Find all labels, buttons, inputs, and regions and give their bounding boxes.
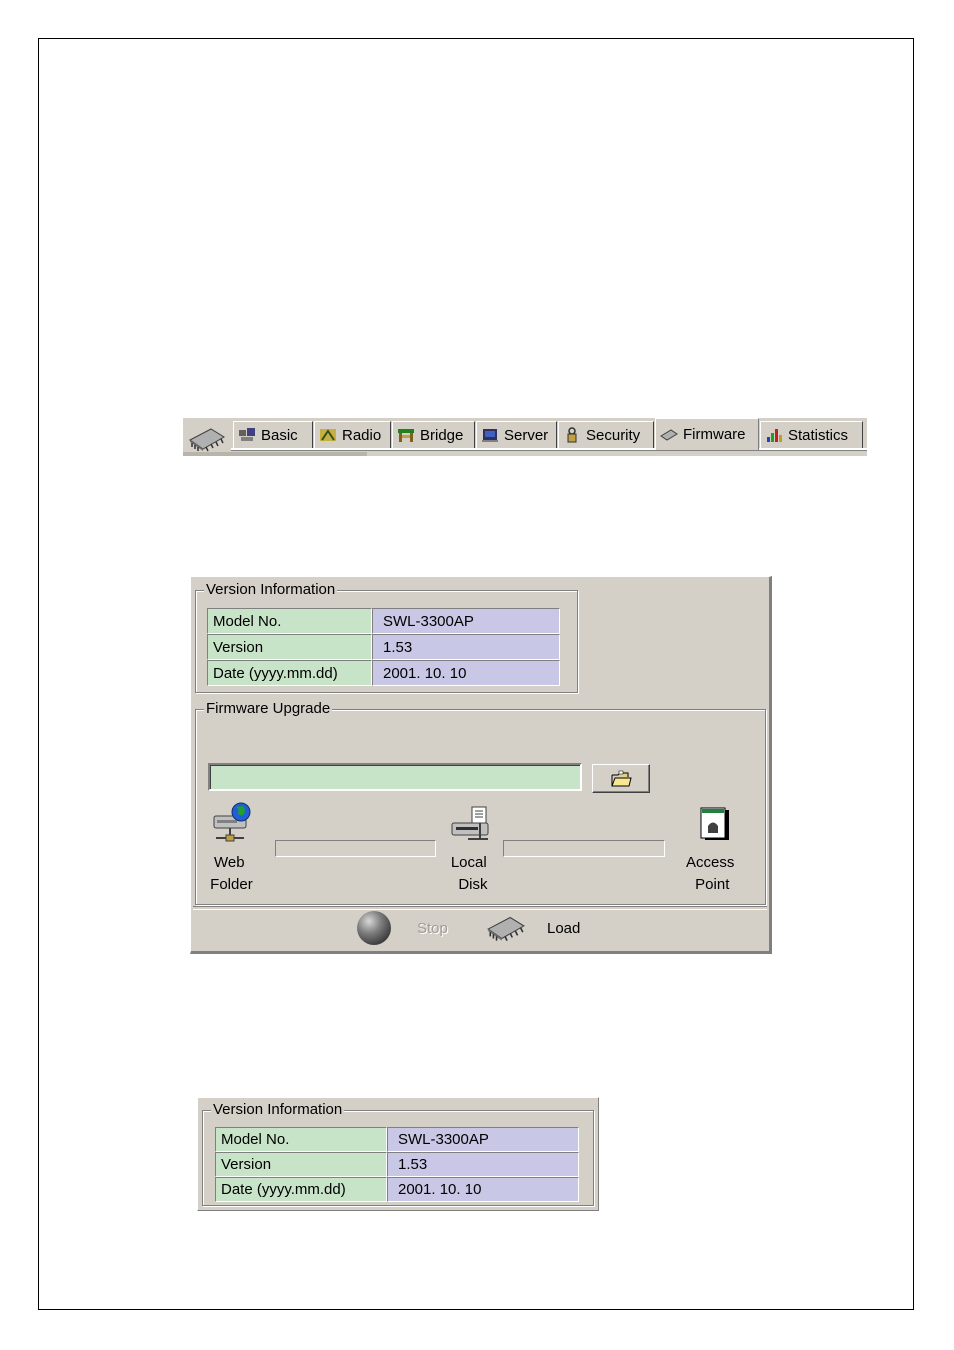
load-label: Load	[547, 919, 581, 937]
local-disk-icon	[451, 806, 489, 840]
version-info-table: Model No. SWL-3300AP Version 1.53 Date (…	[207, 608, 560, 686]
security-icon	[567, 427, 577, 443]
firmware-upgrade-title: Firmware Upgrade	[204, 699, 333, 719]
access-point-label: Access Point	[686, 854, 735, 893]
tab-basic[interactable]: Basic	[233, 421, 313, 448]
browse-button[interactable]	[592, 764, 650, 793]
firmware-file-input[interactable]	[208, 763, 582, 791]
table-row: Model No. SWL-3300AP	[207, 608, 560, 634]
tab-statistics[interactable]: Statistics	[760, 421, 863, 448]
web-to-disk-progress	[275, 840, 436, 857]
table-row: Model No. SWL-3300AP	[215, 1127, 579, 1152]
stop-icon	[357, 911, 391, 945]
version-value-2: 1.53	[387, 1152, 579, 1177]
version-info-group: Version Information Model No. SWL-3300AP…	[195, 580, 578, 693]
firmware-icon	[660, 428, 678, 441]
load-chip-icon	[487, 916, 525, 941]
version-label: Version	[207, 634, 372, 660]
server-icon	[482, 429, 498, 442]
tab-bar: Basic Radio Bridge Server Security Firmw…	[183, 418, 867, 456]
table-row: Version 1.53	[215, 1152, 579, 1177]
date-value-2: 2001. 10. 10	[387, 1177, 579, 1202]
disk-to-ap-progress	[503, 840, 665, 857]
statistics-icon	[767, 429, 782, 442]
stop-label: Stop	[417, 919, 448, 937]
chip-logo-icon	[189, 428, 225, 452]
tab-server[interactable]: Server	[476, 421, 557, 448]
tab-security-label: Security	[586, 426, 641, 444]
tab-security[interactable]: Security	[558, 421, 654, 448]
tab-firmware-label: Firmware	[683, 426, 746, 443]
table-row: Date (yyyy.mm.dd) 2001. 10. 10	[207, 660, 560, 686]
model-value-2: SWL-3300AP	[387, 1127, 579, 1152]
version-info-group-2: Version Information Model No. SWL-3300AP…	[202, 1100, 594, 1206]
table-row: Date (yyyy.mm.dd) 2001. 10. 10	[215, 1177, 579, 1202]
web-folder-label: Web Folder	[210, 854, 253, 893]
firmware-panel: Version Information Model No. SWL-3300AP…	[190, 576, 772, 954]
version-value: 1.53	[372, 634, 560, 660]
open-folder-icon	[611, 770, 632, 786]
radio-icon	[320, 429, 336, 441]
web-folder-icon	[213, 802, 251, 842]
access-point-icon	[700, 807, 729, 840]
model-value: SWL-3300AP	[372, 608, 560, 634]
bottom-separator	[193, 906, 767, 910]
load-button[interactable]: Load	[485, 908, 580, 948]
date-value: 2001. 10. 10	[372, 660, 560, 686]
tab-statistics-label: Statistics	[788, 426, 849, 444]
tab-radio[interactable]: Radio	[314, 421, 391, 448]
version-info-table-2: Model No. SWL-3300AP Version 1.53 Date (…	[215, 1127, 579, 1202]
tab-bridge-label: Bridge	[420, 426, 464, 444]
tab-radio-label: Radio	[342, 426, 382, 444]
tab-underline	[183, 452, 367, 456]
version-info-title: Version Information	[204, 580, 338, 600]
tab-firmware[interactable]: Firmware	[655, 418, 759, 450]
model-label-2: Model No.	[215, 1127, 387, 1152]
local-disk-label: Local Disk	[450, 854, 488, 893]
basic-icon	[239, 428, 255, 441]
tab-server-label: Server	[504, 426, 549, 444]
date-label-2: Date (yyyy.mm.dd)	[215, 1177, 387, 1202]
date-label: Date (yyyy.mm.dd)	[207, 660, 372, 686]
tab-bridge[interactable]: Bridge	[392, 421, 475, 448]
table-row: Version 1.53	[207, 634, 560, 660]
version-info-title-2: Version Information	[211, 1100, 345, 1120]
version-info-panel-2: Version Information Model No. SWL-3300AP…	[197, 1097, 599, 1211]
firmware-upgrade-group: Firmware Upgrade Web Folder Local Disk A…	[195, 699, 766, 905]
tab-baseline	[231, 448, 867, 451]
version-label-2: Version	[215, 1152, 387, 1177]
model-label: Model No.	[207, 608, 372, 634]
tab-basic-label: Basic	[261, 426, 298, 444]
bridge-icon	[398, 429, 414, 442]
stop-button[interactable]: Stop	[355, 908, 448, 948]
